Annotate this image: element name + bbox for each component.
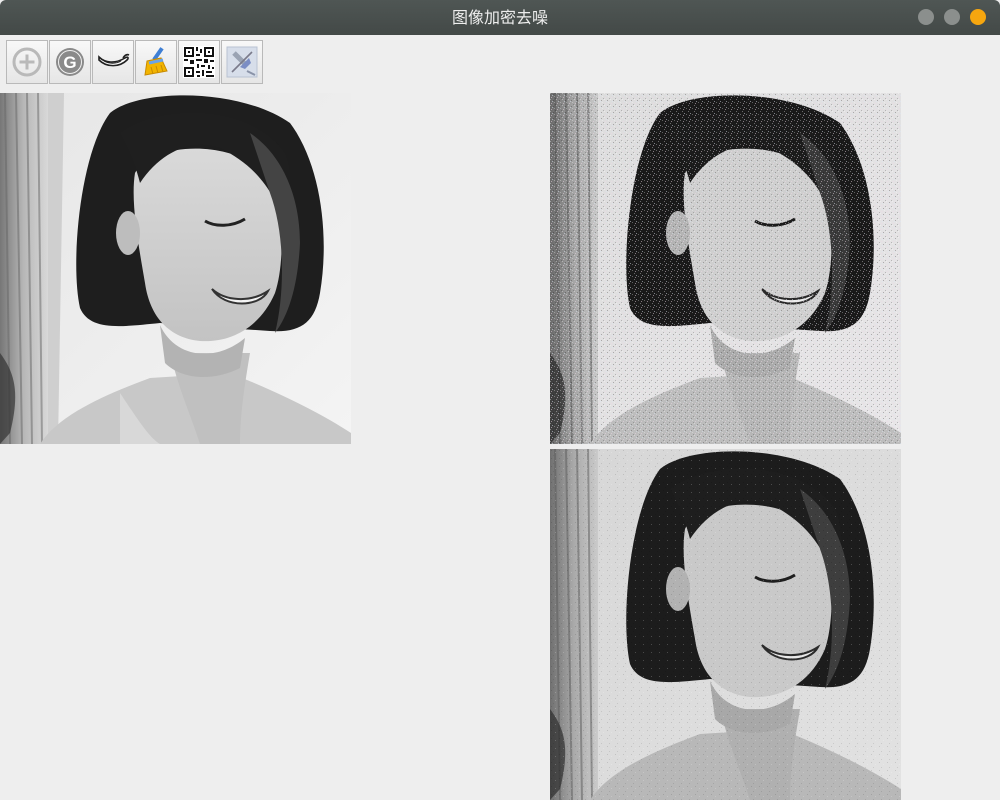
decrypt-button[interactable]: [221, 40, 263, 84]
encrypted-image: [550, 93, 901, 444]
app-window: 图像加密去噪 G: [0, 0, 1000, 800]
original-image: [0, 93, 351, 444]
title-bar[interactable]: 图像加密去噪: [0, 0, 1000, 35]
add-noise-button[interactable]: [92, 40, 134, 84]
broom-icon: [144, 47, 168, 76]
g-circle-icon: G: [56, 48, 84, 76]
maximize-button[interactable]: [944, 9, 960, 25]
pin-icon: [226, 46, 258, 78]
close-button[interactable]: [970, 9, 986, 25]
qr-code-icon: [183, 46, 215, 78]
toolbar: G: [6, 40, 263, 86]
denoised-image: [550, 449, 901, 800]
plus-circle-icon: [12, 47, 42, 77]
encrypt-button[interactable]: [178, 40, 220, 84]
window-title: 图像加密去噪: [451, 8, 548, 27]
minimize-button[interactable]: [918, 9, 934, 25]
pepper-icon: [98, 53, 130, 67]
svg-text:G: G: [63, 53, 76, 72]
add-image-button[interactable]: [6, 40, 48, 84]
grayscale-button[interactable]: G: [49, 40, 91, 84]
denoise-button[interactable]: [135, 40, 177, 84]
